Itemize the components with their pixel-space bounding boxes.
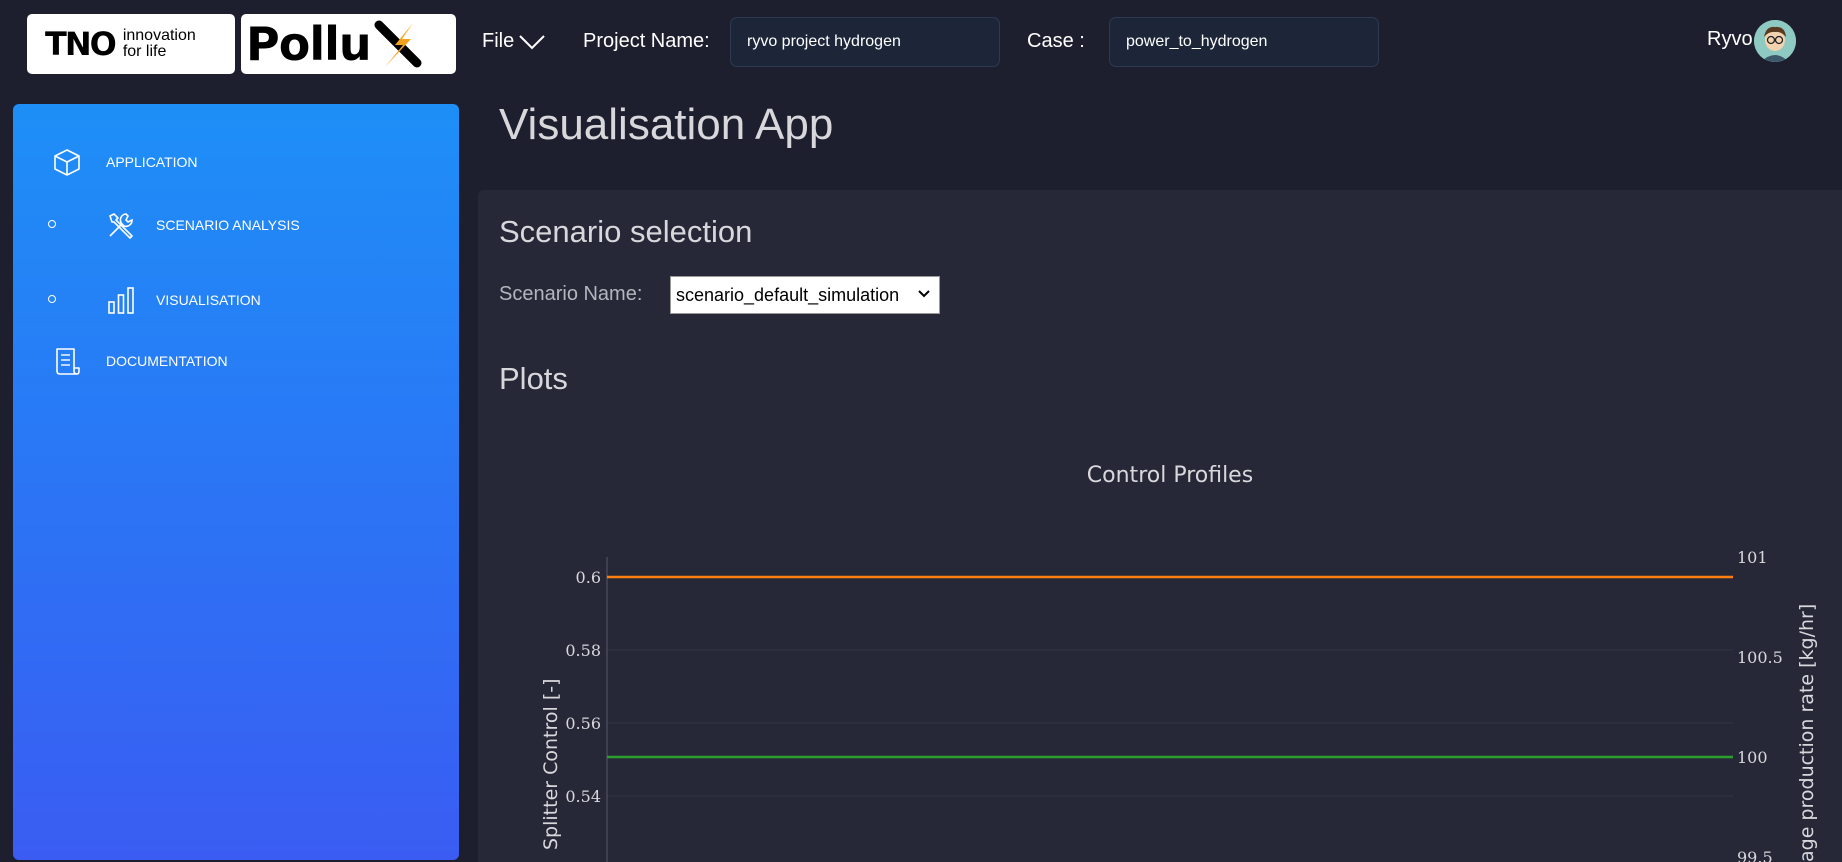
plots-heading: Plots [499,361,568,396]
y2-tick-label: 100 [1737,748,1768,767]
cube-icon [50,145,84,179]
y2-axis-ticks: 101 100.5 100 99.5 [1737,548,1783,862]
y-tick-label: 0.6 [576,568,601,587]
sidebar-item-label: VISUALISATION [156,292,261,308]
y-axis-ticks: 0.6 0.58 0.56 0.54 [565,568,601,806]
sidebar-item-label: SCENARIO ANALYSIS [156,217,300,233]
y-axis-label: Splitter Control [-] [540,678,562,850]
user-name[interactable]: Ryvo [1707,28,1753,51]
sidebar-item-label: DOCUMENTATION [106,353,228,369]
scenario-selection-heading: Scenario selection [499,214,753,249]
y2-tick-label: 101 [1737,548,1768,567]
chart-series [607,575,1733,759]
bullet-icon [48,295,56,303]
chart-title: Control Profiles [1087,463,1253,488]
sidebar-item-scenario-analysis[interactable]: SCENARIO ANALYSIS [104,208,300,242]
tools-icon [104,208,138,242]
lightning-x-icon [374,20,422,68]
sidebar-item-visualisation[interactable]: VISUALISATION [104,283,261,317]
y-tick-label: 0.56 [565,714,601,733]
tno-logo: TNO innovation for life [27,14,235,74]
sidebar-item-label: APPLICATION [106,154,198,170]
control-profiles-chart[interactable]: Control Profiles 0.6 0.58 0.56 0.54 101 100.… [478,442,1842,862]
document-icon [50,344,84,378]
project-name-label: Project Name: [583,30,710,52]
scenario-name-label: Scenario Name: [499,283,643,305]
tno-logo-tagline: innovation for life [122,27,196,60]
case-input[interactable] [1109,17,1379,67]
chevron-down-icon [918,290,930,298]
app-header: TNO innovation for life Pollu File Projec… [0,0,1842,84]
chevron-down-icon [519,34,545,49]
tno-logo-text: TNO [45,25,117,63]
y2-tick-label: 100.5 [1737,648,1783,667]
file-menu-button[interactable]: File [482,30,546,53]
avatar[interactable] [1754,20,1796,62]
y2-axis-label: age production rate [kg/hr] [1796,604,1818,862]
scenario-select[interactable]: scenario_default_simulation [670,276,940,314]
chart-grid [607,576,1733,797]
page-title: Visualisation App [499,100,834,149]
y-tick-label: 0.58 [565,641,601,660]
case-label: Case : [1027,30,1085,52]
y2-tick-label: 99.5 [1737,848,1773,862]
sidebar-item-documentation[interactable]: DOCUMENTATION [50,344,228,378]
bullet-icon [48,220,56,228]
project-name-input[interactable] [730,17,1000,67]
pollux-logo: Pollu [241,14,456,74]
sidebar-item-application[interactable]: APPLICATION [50,145,198,179]
scenario-select-value: scenario_default_simulation [676,284,900,305]
y-tick-label: 0.54 [565,787,601,806]
pollux-logo-text: Pollu [246,17,372,71]
file-menu-label: File [482,30,515,52]
user-avatar-icon [1754,20,1796,62]
bar-chart-icon [104,283,138,317]
